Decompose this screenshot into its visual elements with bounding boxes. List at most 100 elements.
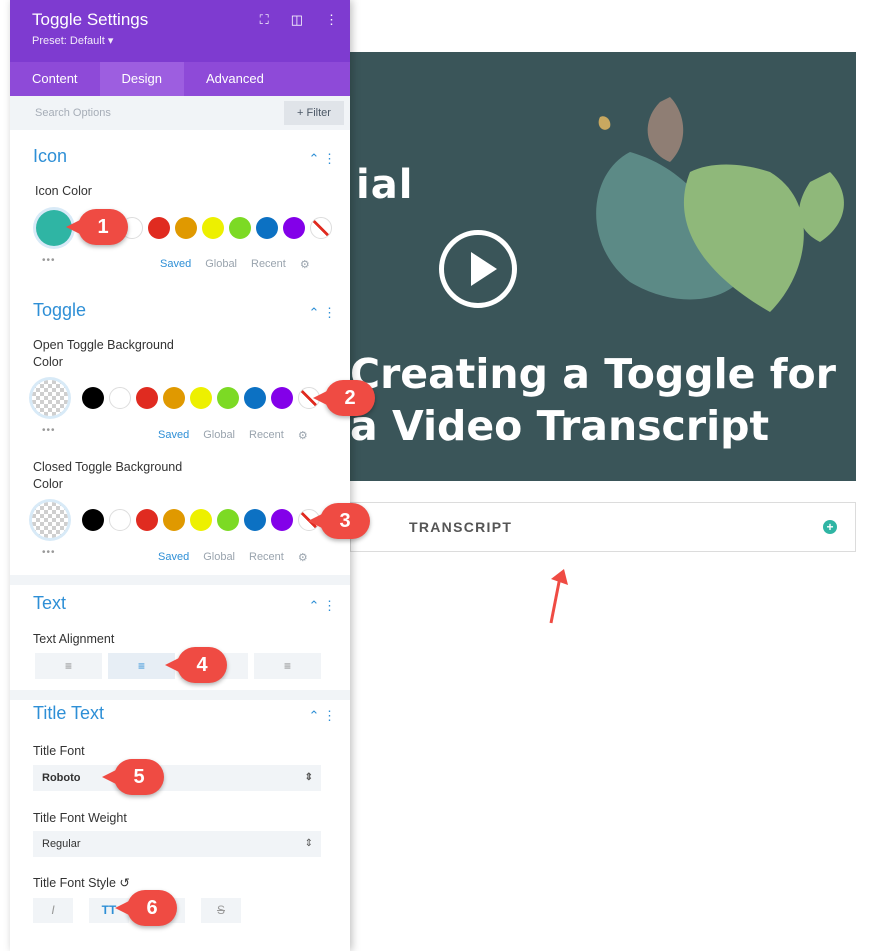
tab-design[interactable]: Design: [99, 62, 185, 96]
filter-button[interactable]: + Filter: [284, 101, 344, 125]
icon-swatches: [94, 217, 332, 239]
palette-recent[interactable]: Recent: [251, 258, 286, 271]
section-icon-controls[interactable]: ⌃ ⋮: [308, 151, 336, 167]
section-toggle-title[interactable]: Toggle: [33, 300, 86, 321]
section-divider: [10, 575, 350, 585]
palette-saved[interactable]: Saved: [160, 258, 191, 271]
annotation-marker: 2: [313, 380, 375, 416]
strikethrough-button[interactable]: S: [201, 898, 241, 923]
swatch[interactable]: [244, 387, 266, 409]
panel-tabs: Content Design Advanced: [10, 62, 350, 96]
section-toggle-controls[interactable]: ⌃ ⋮: [308, 305, 336, 321]
swatch[interactable]: [136, 509, 158, 531]
closed-bg-label: Closed Toggle Background Color: [33, 460, 183, 491]
section-divider: [10, 690, 350, 700]
swatch[interactable]: [82, 387, 104, 409]
preview-heading: Creating a Toggle for a Video Transcript: [350, 348, 836, 452]
swatch[interactable]: [109, 387, 131, 409]
swatch[interactable]: [82, 509, 104, 531]
palette-tabs: Saved Global Recent ⚙: [158, 551, 308, 564]
more-icon[interactable]: ⋮: [325, 12, 338, 28]
heading-line-1: Creating a Toggle for: [350, 350, 836, 398]
swatch[interactable]: [229, 217, 251, 239]
palette-saved[interactable]: Saved: [158, 429, 189, 442]
gear-icon[interactable]: ⚙: [298, 551, 308, 564]
swatch[interactable]: [271, 387, 293, 409]
play-button[interactable]: [439, 230, 517, 308]
section-title-text-title[interactable]: Title Text: [33, 703, 104, 724]
more-dots-icon[interactable]: •••: [42, 547, 56, 558]
palette-global[interactable]: Global: [205, 258, 237, 271]
align-left-button[interactable]: ≡: [35, 653, 102, 679]
search-input[interactable]: Search Options: [35, 107, 111, 119]
annotation-marker: 3: [308, 503, 370, 539]
preset-dropdown[interactable]: Preset: Default ▾: [32, 34, 328, 47]
text-alignment-label: Text Alignment: [33, 632, 115, 646]
tab-content[interactable]: Content: [10, 62, 100, 96]
icon-color-label: Icon Color: [35, 184, 92, 198]
more-dots-icon[interactable]: •••: [42, 425, 56, 436]
swatch[interactable]: [190, 387, 212, 409]
swatch[interactable]: [190, 509, 212, 531]
section-text-title[interactable]: Text: [33, 593, 66, 614]
columns-icon[interactable]: ◫: [291, 12, 303, 28]
more-dots-icon[interactable]: •••: [42, 255, 56, 266]
heading-line-2: a Video Transcript: [350, 402, 770, 450]
panel-header: Toggle Settings Preset: Default ▾ ⛶ ◫ ⋮: [10, 0, 350, 62]
open-bg-label: Open Toggle Background Color: [33, 338, 174, 369]
title-font-label: Title Font: [33, 744, 85, 758]
swatch[interactable]: [271, 509, 293, 531]
swatch[interactable]: [148, 217, 170, 239]
section-icon-title[interactable]: Icon: [33, 146, 67, 167]
palette-global[interactable]: Global: [203, 551, 235, 564]
annotation-marker: 6: [115, 890, 177, 926]
swatch[interactable]: [217, 387, 239, 409]
section-text-controls[interactable]: ⌃ ⋮: [308, 598, 336, 614]
closed-bg-picker[interactable]: [32, 502, 68, 538]
annotation-marker: 5: [102, 759, 164, 795]
annotation-marker: 4: [165, 647, 227, 683]
palette-recent[interactable]: Recent: [249, 429, 284, 442]
align-justify-button[interactable]: ≡: [254, 653, 321, 679]
title-font-select[interactable]: Roboto: [33, 765, 321, 791]
closed-swatches: [82, 509, 320, 531]
title-font-weight-select[interactable]: Regular: [33, 831, 321, 857]
title-font-weight-label: Title Font Weight: [33, 811, 127, 825]
swatch[interactable]: [163, 387, 185, 409]
transcript-toggle[interactable]: TRANSCRIPT +: [350, 502, 856, 552]
gear-icon[interactable]: ⚙: [298, 429, 308, 442]
search-bar: Search Options + Filter: [10, 96, 350, 130]
open-swatches: [82, 387, 320, 409]
swatch[interactable]: [136, 387, 158, 409]
annotation-marker: 1: [66, 209, 128, 245]
swatch[interactable]: [283, 217, 305, 239]
palette-tabs: Saved Global Recent ⚙: [160, 258, 310, 271]
swatch[interactable]: [256, 217, 278, 239]
tab-advanced[interactable]: Advanced: [184, 62, 286, 96]
open-bg-picker[interactable]: [32, 380, 68, 416]
annotation-arrow-icon: [549, 569, 568, 624]
title-font-style-text: Title Font Style: [33, 876, 116, 890]
clear-swatch[interactable]: [310, 217, 332, 239]
toggle-plus-icon[interactable]: +: [823, 520, 837, 534]
settings-panel: Toggle Settings Preset: Default ▾ ⛶ ◫ ⋮ …: [10, 0, 350, 951]
section-title-text-controls[interactable]: ⌃ ⋮: [308, 708, 336, 724]
swatch[interactable]: [244, 509, 266, 531]
reset-icon[interactable]: ↺: [119, 876, 129, 890]
swatch[interactable]: [163, 509, 185, 531]
preview-title-fragment: ial: [356, 162, 414, 208]
toggle-title: TRANSCRIPT: [409, 519, 513, 535]
leaf-illustration: [596, 97, 844, 312]
video-preview: ial Creating a Toggle for a Video Transc…: [350, 52, 856, 481]
swatch[interactable]: [202, 217, 224, 239]
palette-recent[interactable]: Recent: [249, 551, 284, 564]
palette-global[interactable]: Global: [203, 429, 235, 442]
palette-saved[interactable]: Saved: [158, 551, 189, 564]
gear-icon[interactable]: ⚙: [300, 258, 310, 271]
title-font-style-label: Title Font Style ↺: [33, 875, 130, 892]
swatch[interactable]: [217, 509, 239, 531]
italic-button[interactable]: I: [33, 898, 73, 923]
expand-icon[interactable]: ⛶: [260, 12, 269, 28]
swatch[interactable]: [109, 509, 131, 531]
swatch[interactable]: [175, 217, 197, 239]
